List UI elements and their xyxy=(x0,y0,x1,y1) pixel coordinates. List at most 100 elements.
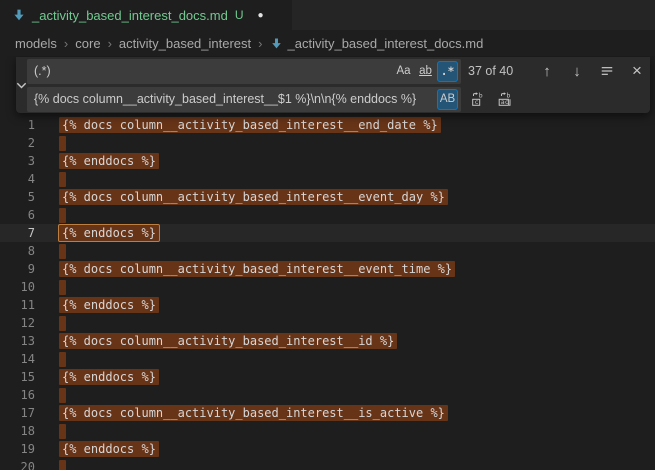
editor-line: 12 xyxy=(0,314,655,332)
line-number[interactable]: 3 xyxy=(0,154,35,168)
replace-all-button[interactable]: b ac xyxy=(495,89,515,109)
code-line[interactable] xyxy=(35,388,66,403)
code-line[interactable]: {% docs column__activity_based_interest_… xyxy=(35,334,397,348)
replace-all-icon: b ac xyxy=(497,91,513,107)
find-in-selection-icon xyxy=(600,64,614,78)
breadcrumb-separator: › xyxy=(64,36,68,51)
editor-line: 17 {% docs column__activity_based_interes… xyxy=(0,404,655,422)
line-number[interactable]: 15 xyxy=(0,370,35,384)
replace-row: AB b c b xyxy=(27,87,655,112)
find-match: {% enddocs %} xyxy=(59,297,159,313)
code-line[interactable]: {% docs column__activity_based_interest_… xyxy=(35,262,455,276)
find-input[interactable] xyxy=(27,64,392,78)
code-line[interactable] xyxy=(35,352,66,367)
breadcrumb-activity-based-interest[interactable]: activity_based_interest xyxy=(119,36,251,51)
find-input-group: Aa ab .* xyxy=(27,59,461,84)
line-number[interactable]: 16 xyxy=(0,388,35,402)
editor-line: 4 xyxy=(0,170,655,188)
line-number[interactable]: 1 xyxy=(0,118,35,132)
line-number[interactable]: 7 xyxy=(0,226,35,240)
breadcrumb-file-label: _activity_based_interest_docs.md xyxy=(288,36,484,51)
chevron-down-icon xyxy=(16,80,27,91)
code-line[interactable]: {% docs column__activity_based_interest_… xyxy=(35,406,448,420)
code-line[interactable] xyxy=(35,460,66,470)
whole-word-toggle[interactable]: ab xyxy=(415,61,436,82)
find-match: {% docs column__activity_based_interest_… xyxy=(59,333,397,349)
match-case-toggle[interactable]: Aa xyxy=(393,61,414,82)
code-line[interactable] xyxy=(35,172,66,187)
editor-line: 13 {% docs column__activity_based_interes… xyxy=(0,332,655,350)
editor-line: 15{% enddocs %} xyxy=(0,368,655,386)
code-line[interactable]: {% docs column__activity_based_interest_… xyxy=(35,118,441,132)
line-number[interactable]: 5 xyxy=(0,190,35,204)
breadcrumb-models[interactable]: models xyxy=(15,36,57,51)
line-number[interactable]: 9 xyxy=(0,262,35,276)
editor-line: 5 {% docs column__activity_based_interest… xyxy=(0,188,655,206)
toggle-replace-button[interactable] xyxy=(16,57,27,113)
find-match: {% docs column__activity_based_interest_… xyxy=(59,117,441,133)
replace-input[interactable] xyxy=(27,92,436,106)
line-number[interactable]: 13 xyxy=(0,334,35,348)
tab-filename: _activity_based_interest_docs.md xyxy=(32,8,228,23)
find-match: {% docs column__activity_based_interest_… xyxy=(59,189,448,205)
match-case-label: Aa xyxy=(396,65,410,77)
code-line[interactable] xyxy=(35,244,66,259)
code-line[interactable] xyxy=(35,316,66,331)
previous-match-button[interactable]: ↑ xyxy=(537,61,557,81)
editor-line: 16 xyxy=(0,386,655,404)
breadcrumb-file[interactable]: _activity_based_interest_docs.md xyxy=(270,36,484,51)
close-find-widget-button[interactable]: × xyxy=(627,61,647,81)
empty-line-match xyxy=(59,208,66,223)
line-number[interactable]: 10 xyxy=(0,280,35,294)
code-line[interactable]: {% enddocs %} xyxy=(35,154,159,168)
line-number[interactable]: 8 xyxy=(0,244,35,258)
find-match: {% docs column__activity_based_interest_… xyxy=(59,405,448,421)
editor-line: 7 {% enddocs %} xyxy=(0,224,655,242)
code-line[interactable] xyxy=(35,208,66,223)
editor-line: 3{% enddocs %} xyxy=(0,152,655,170)
code-line[interactable] xyxy=(35,136,66,151)
editor-line: 6 xyxy=(0,206,655,224)
line-number[interactable]: 6 xyxy=(0,208,35,222)
breadcrumb-core[interactable]: core xyxy=(75,36,100,51)
tab-activity-based-interest-docs[interactable]: _activity_based_interest_docs.md U ● xyxy=(0,0,292,30)
line-number[interactable]: 19 xyxy=(0,442,35,456)
breadcrumb-separator: › xyxy=(258,36,262,51)
code-line[interactable]: {% enddocs %} xyxy=(35,442,159,456)
line-number[interactable]: 4 xyxy=(0,172,35,186)
code-line[interactable] xyxy=(35,424,66,439)
markdown-file-icon xyxy=(12,8,26,22)
editor-line: 9{% docs column__activity_based_interest… xyxy=(0,260,655,278)
find-match: {% enddocs %} xyxy=(59,441,159,457)
next-match-button[interactable]: ↓ xyxy=(567,61,587,81)
code-line[interactable]: {% enddocs %} xyxy=(35,370,159,384)
replace-input-group: AB xyxy=(27,87,461,112)
line-number[interactable]: 17 xyxy=(0,406,35,420)
line-number[interactable]: 20 xyxy=(0,460,35,470)
code-line[interactable]: {% enddocs %} xyxy=(35,298,159,312)
regex-label: .* xyxy=(441,64,455,78)
editor-line: 11 {% enddocs %} xyxy=(0,296,655,314)
line-number[interactable]: 12 xyxy=(0,316,35,330)
editor-line: 8 xyxy=(0,242,655,260)
current-find-match: {% enddocs %} xyxy=(59,225,159,241)
line-number[interactable]: 11 xyxy=(0,298,35,312)
regex-toggle[interactable]: .* xyxy=(437,61,458,82)
line-number[interactable]: 2 xyxy=(0,136,35,150)
whole-word-label: ab xyxy=(419,65,432,77)
code-line[interactable] xyxy=(35,280,66,295)
find-in-selection-button[interactable] xyxy=(597,61,617,81)
line-number[interactable]: 14 xyxy=(0,352,35,366)
code-line[interactable]: {% docs column__activity_based_interest_… xyxy=(35,190,448,204)
replace-button[interactable]: b c xyxy=(468,89,488,109)
breadcrumb: models › core › activity_based_interest … xyxy=(0,30,655,56)
preserve-case-toggle[interactable]: AB xyxy=(437,89,458,110)
code-line[interactable]: {% enddocs %} xyxy=(35,226,159,240)
results-count: 37 of 40 xyxy=(468,64,530,78)
modified-dot-close-button[interactable]: ● xyxy=(258,10,264,21)
svg-text:b: b xyxy=(479,91,483,99)
line-number[interactable]: 18 xyxy=(0,424,35,438)
empty-line-match xyxy=(59,244,66,259)
tab-strip: _activity_based_interest_docs.md U ● xyxy=(0,0,655,30)
empty-line-match xyxy=(59,316,66,331)
